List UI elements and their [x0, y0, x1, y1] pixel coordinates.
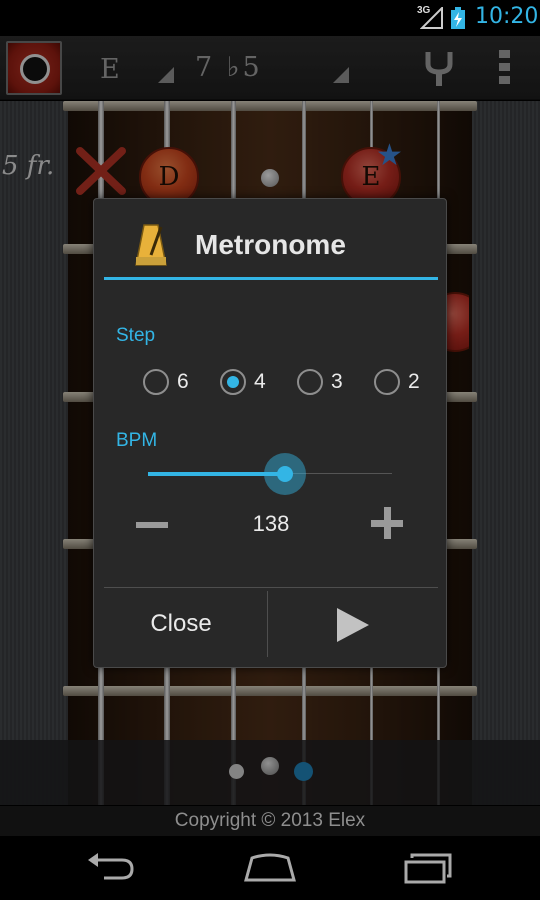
radio-label: 2	[408, 370, 420, 393]
plus-icon[interactable]	[371, 507, 405, 541]
status-bar: 3G 10:20	[0, 0, 540, 36]
battery-charging-icon	[451, 7, 465, 29]
clock: 10:20	[475, 4, 539, 29]
metronome-icon	[135, 224, 167, 266]
radio-button[interactable]	[220, 369, 246, 395]
radio-button[interactable]	[297, 369, 323, 395]
title-divider	[104, 277, 438, 280]
system-navigation-bar	[0, 836, 540, 900]
back-icon[interactable]	[82, 850, 142, 886]
play-icon[interactable]	[268, 588, 448, 660]
recent-apps-icon[interactable]	[398, 850, 458, 886]
radio-label: 6	[177, 370, 189, 393]
dialog-title: Metronome	[195, 229, 346, 260]
radio-label: 3	[331, 370, 343, 393]
bpm-slider[interactable]	[148, 453, 392, 495]
slider-thumb[interactable]	[264, 453, 306, 495]
copyright-text: Copyright © 2013 Elex	[0, 806, 540, 836]
signal-icon	[420, 7, 443, 29]
radio-button[interactable]	[143, 369, 169, 395]
close-button[interactable]: Close	[94, 588, 268, 660]
step-label: Step	[116, 325, 156, 346]
radio-label: 4	[254, 370, 266, 393]
radio-button[interactable]	[374, 369, 400, 395]
bpm-label: BPM	[116, 430, 158, 451]
metronome-dialog: Metronome Step 6 4 3 2 BPM 138 Close	[93, 198, 447, 668]
home-icon[interactable]	[240, 850, 300, 886]
